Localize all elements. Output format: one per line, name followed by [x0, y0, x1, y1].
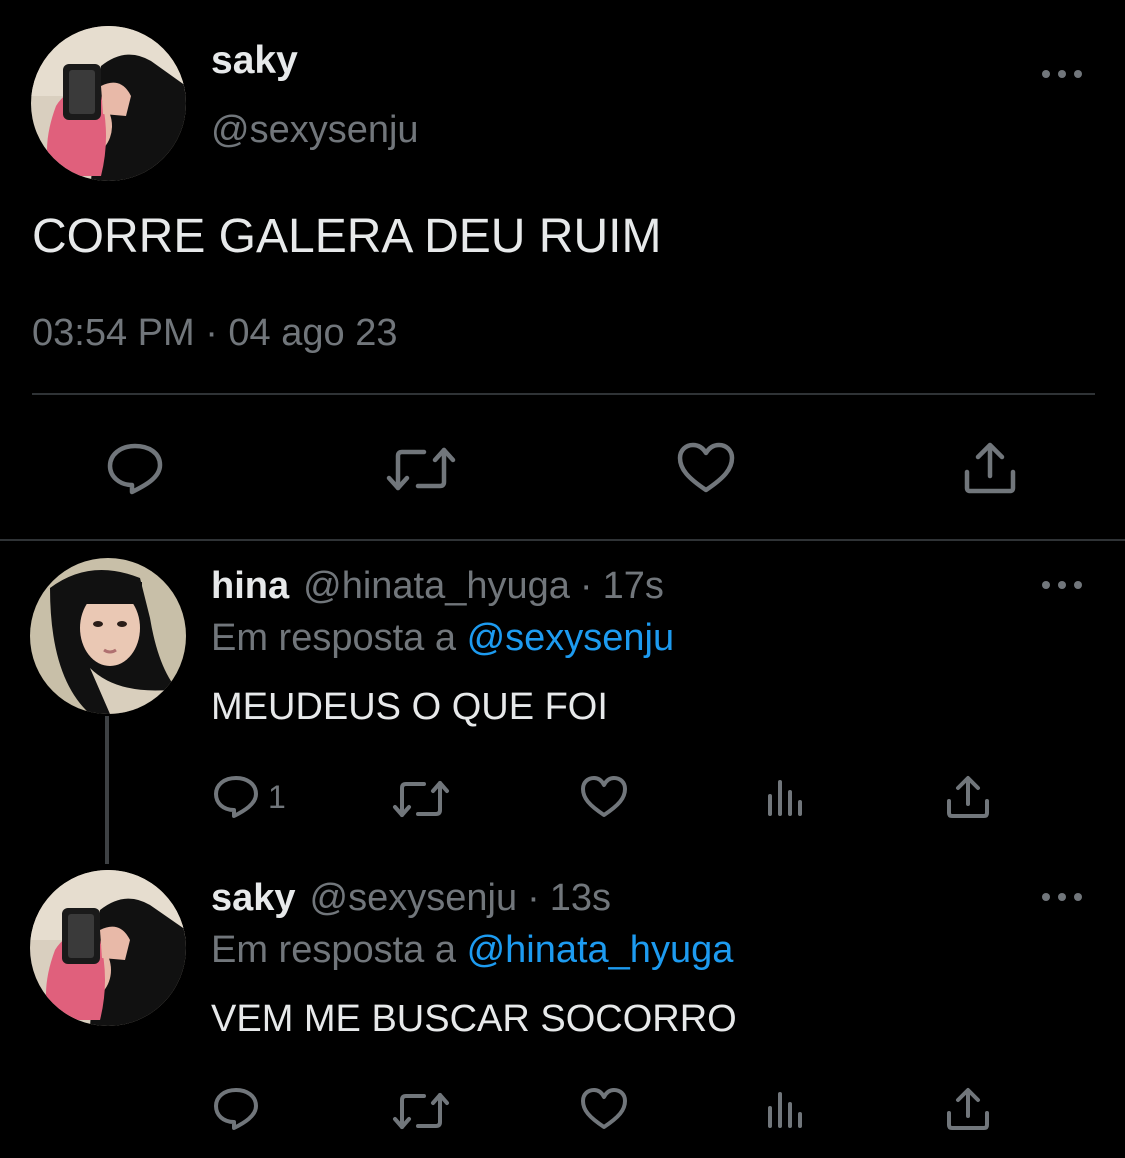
like-button[interactable] [676, 442, 736, 494]
reply-author-name[interactable]: saky [211, 875, 296, 921]
views-icon [768, 780, 802, 816]
tweet-text: CORRE GALERA DEU RUIM [32, 210, 662, 263]
retweet-button[interactable] [392, 778, 450, 820]
views-button[interactable] [766, 1090, 806, 1130]
tweet-timestamp[interactable]: 03:54 PM · 04 ago 23 [32, 310, 397, 356]
retweet-icon [393, 1093, 449, 1129]
share-icon [947, 1088, 989, 1130]
meta-separator: · [579, 565, 593, 607]
more-options-icon[interactable] [1042, 64, 1082, 84]
retweet-button[interactable] [392, 1090, 450, 1132]
reply-icon [107, 443, 163, 495]
reply-prefix: Em resposta a [211, 929, 456, 971]
views-icon [768, 1092, 802, 1128]
avatar-hina[interactable] [30, 558, 186, 714]
divider [32, 393, 1095, 395]
reply-author-handle[interactable]: @hinata_hyuga [303, 563, 570, 609]
replying-to: Em resposta a @hinata_hyuga [211, 927, 733, 973]
share-button[interactable] [945, 1086, 991, 1132]
reply-author-handle[interactable]: @sexysenju [310, 875, 518, 921]
share-button[interactable] [962, 440, 1018, 496]
reply-button[interactable] [106, 440, 164, 496]
avatar-saky[interactable] [30, 870, 186, 1026]
retweet-icon [386, 447, 456, 491]
reply-mention-link[interactable]: @sexysenju [467, 617, 675, 659]
author-name[interactable]: saky [211, 38, 298, 84]
author-handle[interactable]: @sexysenju [211, 107, 419, 153]
reply-count: 1 [268, 779, 286, 815]
reply-prefix: Em resposta a [211, 617, 456, 659]
like-button[interactable] [579, 1087, 629, 1131]
like-icon [581, 776, 627, 817]
retweet-icon [393, 781, 449, 817]
divider [0, 539, 1125, 541]
views-button[interactable] [766, 778, 806, 818]
replying-to: Em resposta a @sexysenju [211, 615, 674, 661]
thread-connector-line [105, 716, 109, 864]
reply-text: VEM ME BUSCAR SOCORRO [211, 998, 737, 1040]
reply-time[interactable]: 17s [603, 563, 664, 609]
avatar-saky-main[interactable] [31, 26, 186, 181]
share-icon [964, 442, 1016, 494]
more-options-icon[interactable] [1042, 575, 1082, 595]
reply-time[interactable]: 13s [550, 875, 611, 921]
retweet-button[interactable] [386, 444, 456, 494]
share-icon [947, 776, 989, 818]
reply-text: MEUDEUS O QUE FOI [211, 686, 608, 728]
like-icon [581, 1088, 627, 1129]
like-icon [677, 442, 735, 493]
more-options-icon[interactable] [1042, 887, 1082, 907]
reply-mention-link[interactable]: @hinata_hyuga [467, 929, 734, 971]
reply-button[interactable]: 1 [212, 774, 286, 820]
reply-icon [214, 776, 258, 818]
like-button[interactable] [579, 775, 629, 819]
reply-author-name[interactable]: hina [211, 563, 289, 609]
reply-icon [214, 1088, 258, 1130]
reply-button[interactable] [212, 1086, 268, 1132]
share-button[interactable] [945, 774, 991, 820]
meta-separator: · [527, 877, 540, 919]
